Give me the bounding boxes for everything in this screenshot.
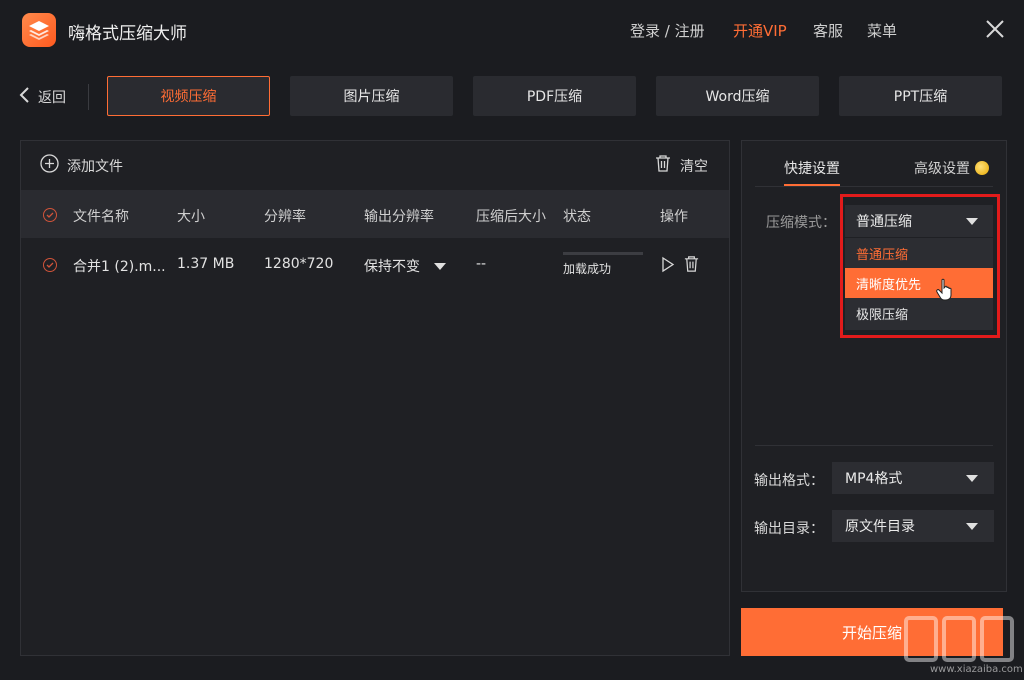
output-resolution-select[interactable]: 保持不变 xyxy=(364,256,446,276)
column-header-actions: 操作 xyxy=(660,209,688,225)
output-format-select[interactable]: MP4格式 xyxy=(832,462,994,494)
tab-advanced-settings[interactable]: 高级设置 xyxy=(914,158,989,178)
close-icon[interactable] xyxy=(984,18,1006,40)
tab-image-compress[interactable]: 图片压缩 xyxy=(290,76,453,116)
highlight-box xyxy=(840,194,1000,338)
add-file-label: 添加文件 xyxy=(67,158,123,175)
vip-coin-icon xyxy=(975,161,989,175)
chevron-down-icon xyxy=(434,262,446,270)
watermark-url: www.xiazaiba.com xyxy=(930,664,1023,675)
tab-word-compress[interactable]: Word压缩 xyxy=(656,76,819,116)
tab-ppt-compress[interactable]: PPT压缩 xyxy=(839,76,1002,116)
customer-service-link[interactable]: 客服 xyxy=(813,20,843,41)
app-logo-icon xyxy=(22,13,56,47)
tab-video-compress[interactable]: 视频压缩 xyxy=(107,76,270,116)
plus-circle-icon xyxy=(40,154,59,177)
back-button[interactable]: 返回 xyxy=(18,86,66,108)
column-header-resolution: 分辨率 xyxy=(264,209,306,225)
add-file-button[interactable]: 添加文件 xyxy=(40,154,123,177)
active-tab-indicator xyxy=(784,184,840,186)
progress-bar xyxy=(563,252,643,255)
output-format-value: MP4格式 xyxy=(845,471,903,487)
menu-link[interactable]: 菜单 xyxy=(867,20,897,41)
output-format-label: 输出格式： xyxy=(754,473,824,489)
trash-icon xyxy=(654,154,672,177)
chevron-left-icon xyxy=(18,86,30,108)
column-header-output-resolution: 输出分辨率 xyxy=(364,209,434,225)
output-resolution-value: 保持不变 xyxy=(364,259,420,275)
play-icon[interactable] xyxy=(660,256,676,277)
divider xyxy=(88,84,89,110)
output-dir-select[interactable]: 原文件目录 xyxy=(832,510,994,542)
output-dir-label: 输出目录： xyxy=(754,521,824,537)
clear-label: 清空 xyxy=(680,158,708,175)
file-status: 加载成功 xyxy=(563,262,612,276)
advanced-settings-label: 高级设置 xyxy=(914,161,970,177)
select-all-checkbox[interactable] xyxy=(43,208,57,222)
compressed-size: -- xyxy=(476,256,487,272)
back-label: 返回 xyxy=(38,90,66,106)
column-header-compressed-size: 压缩后大小 xyxy=(476,209,546,225)
login-register-link[interactable]: 登录 / 注册 xyxy=(630,20,705,41)
vip-link[interactable]: 开通VIP xyxy=(733,20,787,41)
file-name: 合并1 (2).m... xyxy=(73,259,166,275)
column-header-name: 文件名称 xyxy=(73,209,129,225)
row-checkbox[interactable] xyxy=(43,258,57,272)
chevron-down-icon xyxy=(966,523,978,530)
delete-row-icon[interactable] xyxy=(683,255,700,277)
tab-pdf-compress[interactable]: PDF压缩 xyxy=(473,76,636,116)
compress-mode-label: 压缩模式： xyxy=(766,215,836,231)
chevron-down-icon xyxy=(966,475,978,482)
column-header-status: 状态 xyxy=(563,209,591,225)
file-resolution: 1280*720 xyxy=(264,256,334,272)
clear-button[interactable]: 清空 xyxy=(654,154,708,177)
divider xyxy=(755,186,993,187)
app-title: 嗨格式压缩大师 xyxy=(68,24,187,44)
tab-quick-settings[interactable]: 快捷设置 xyxy=(784,158,840,178)
column-header-size: 大小 xyxy=(177,209,205,225)
divider xyxy=(755,445,993,446)
hand-cursor-icon xyxy=(936,278,954,306)
file-size: 1.37 MB xyxy=(177,256,235,272)
output-dir-value: 原文件目录 xyxy=(845,519,915,535)
